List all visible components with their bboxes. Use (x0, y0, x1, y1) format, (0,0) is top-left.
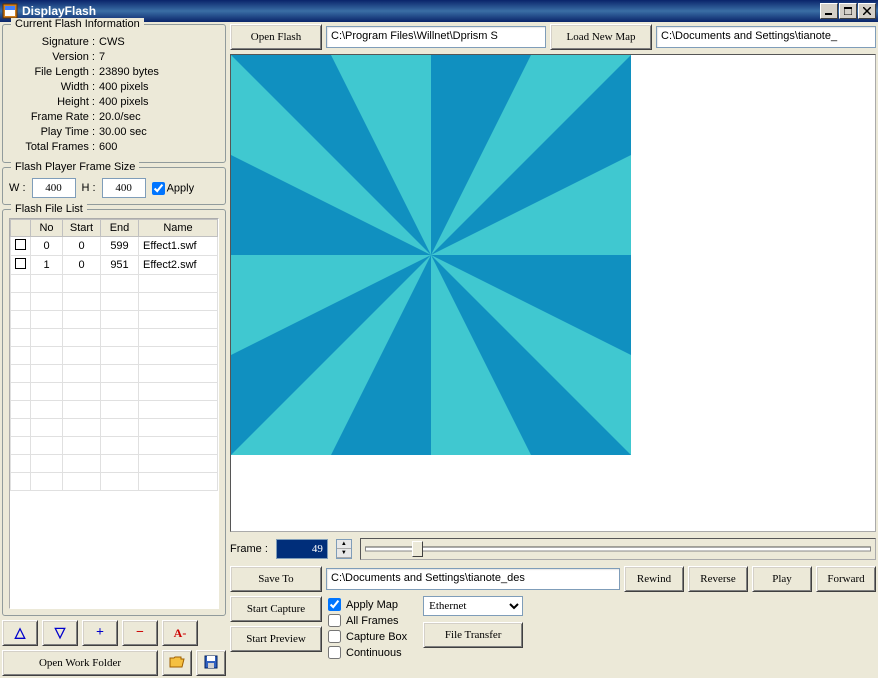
row-checkbox[interactable] (15, 258, 26, 269)
row-checkbox[interactable] (15, 239, 26, 250)
table-row[interactable] (11, 347, 218, 365)
frame-size-group: Flash Player Frame Size W : H : Apply (2, 167, 226, 205)
reverse-button[interactable]: Reverse (688, 566, 748, 592)
save-to-button[interactable]: Save To (230, 566, 322, 592)
continuous-checkbox[interactable]: Continuous (328, 645, 407, 660)
height-input[interactable] (102, 178, 146, 198)
save-button[interactable] (196, 650, 226, 676)
frame-spinner[interactable]: ▲▼ (336, 539, 352, 559)
table-row[interactable]: 10951Effect2.swf (11, 256, 218, 275)
flash-info-title: Current Flash Information (11, 18, 144, 30)
load-new-map-button[interactable]: Load New Map (550, 24, 652, 50)
info-framerate: 20.0/sec (99, 111, 141, 123)
info-playtime: 30.00 sec (99, 126, 147, 138)
table-row[interactable] (11, 419, 218, 437)
window-title: DisplayFlash (22, 4, 820, 18)
remove-all-button[interactable]: A- (162, 620, 198, 646)
apply-checkbox-label[interactable]: Apply (152, 182, 195, 195)
table-row[interactable] (11, 311, 218, 329)
frame-size-title: Flash Player Frame Size (11, 161, 139, 173)
table-row[interactable] (11, 329, 218, 347)
width-input[interactable] (32, 178, 76, 198)
table-row[interactable]: 00599Effect1.swf (11, 237, 218, 256)
info-signature: CWS (99, 36, 125, 48)
transport-select[interactable]: Ethernet (423, 596, 523, 616)
info-width: 400 pixels (99, 81, 149, 93)
table-row[interactable] (11, 293, 218, 311)
h-label: H : (82, 182, 96, 194)
flash-preview-image (231, 55, 631, 455)
w-label: W : (9, 182, 26, 194)
close-button[interactable] (858, 3, 876, 19)
minimize-button[interactable] (820, 3, 838, 19)
file-list-group: Flash File List No Start End Name 00599E… (2, 209, 226, 616)
flash-path-field[interactable]: C:\Program Files\Willnet\Dprism S (326, 26, 546, 48)
open-work-folder-button[interactable]: Open Work Folder (2, 650, 158, 676)
frame-slider[interactable] (360, 538, 876, 560)
info-totalframes: 600 (99, 141, 117, 153)
start-capture-button[interactable]: Start Capture (230, 596, 322, 622)
start-preview-button[interactable]: Start Preview (230, 626, 322, 652)
rewind-button[interactable]: Rewind (624, 566, 684, 592)
capture-box-checkbox[interactable]: Capture Box (328, 629, 407, 644)
spin-down-icon[interactable]: ▼ (337, 549, 351, 558)
save-path-field[interactable]: C:\Documents and Settings\tianote_des (326, 568, 620, 590)
table-row[interactable] (11, 383, 218, 401)
info-filelength: 23890 bytes (99, 66, 159, 78)
all-frames-checkbox[interactable]: All Frames (328, 613, 407, 628)
table-row[interactable] (11, 275, 218, 293)
file-list-table[interactable]: No Start End Name 00599Effect1.swf10951E… (9, 218, 219, 609)
move-down-button[interactable]: ▽ (42, 620, 78, 646)
app-icon (2, 3, 18, 19)
apply-map-checkbox[interactable]: Apply Map (328, 597, 407, 612)
file-transfer-button[interactable]: File Transfer (423, 622, 523, 648)
forward-button[interactable]: Forward (816, 566, 876, 592)
floppy-icon (204, 655, 218, 672)
add-button[interactable]: + (82, 620, 118, 646)
info-height: 400 pixels (99, 96, 149, 108)
file-list-title: Flash File List (11, 203, 87, 215)
maximize-button[interactable] (839, 3, 857, 19)
slider-thumb[interactable] (412, 541, 423, 557)
table-row[interactable] (11, 455, 218, 473)
table-row[interactable] (11, 365, 218, 383)
spin-up-icon[interactable]: ▲ (337, 540, 351, 549)
info-version: 7 (99, 51, 105, 63)
table-row[interactable] (11, 401, 218, 419)
folder-open-icon (169, 655, 185, 672)
table-row[interactable] (11, 473, 218, 491)
flash-canvas (230, 54, 876, 532)
move-up-button[interactable]: △ (2, 620, 38, 646)
play-button[interactable]: Play (752, 566, 812, 592)
open-folder-button[interactable] (162, 650, 192, 676)
table-row[interactable] (11, 437, 218, 455)
map-path-field[interactable]: C:\Documents and Settings\tianote_ (656, 26, 876, 48)
frame-number-input[interactable] (276, 539, 328, 559)
flash-info-group: Current Flash Information Signature :CWS… (2, 24, 226, 163)
remove-button[interactable]: − (122, 620, 158, 646)
open-flash-button[interactable]: Open Flash (230, 24, 322, 50)
apply-checkbox[interactable] (152, 182, 165, 195)
frame-label: Frame : (230, 543, 268, 555)
